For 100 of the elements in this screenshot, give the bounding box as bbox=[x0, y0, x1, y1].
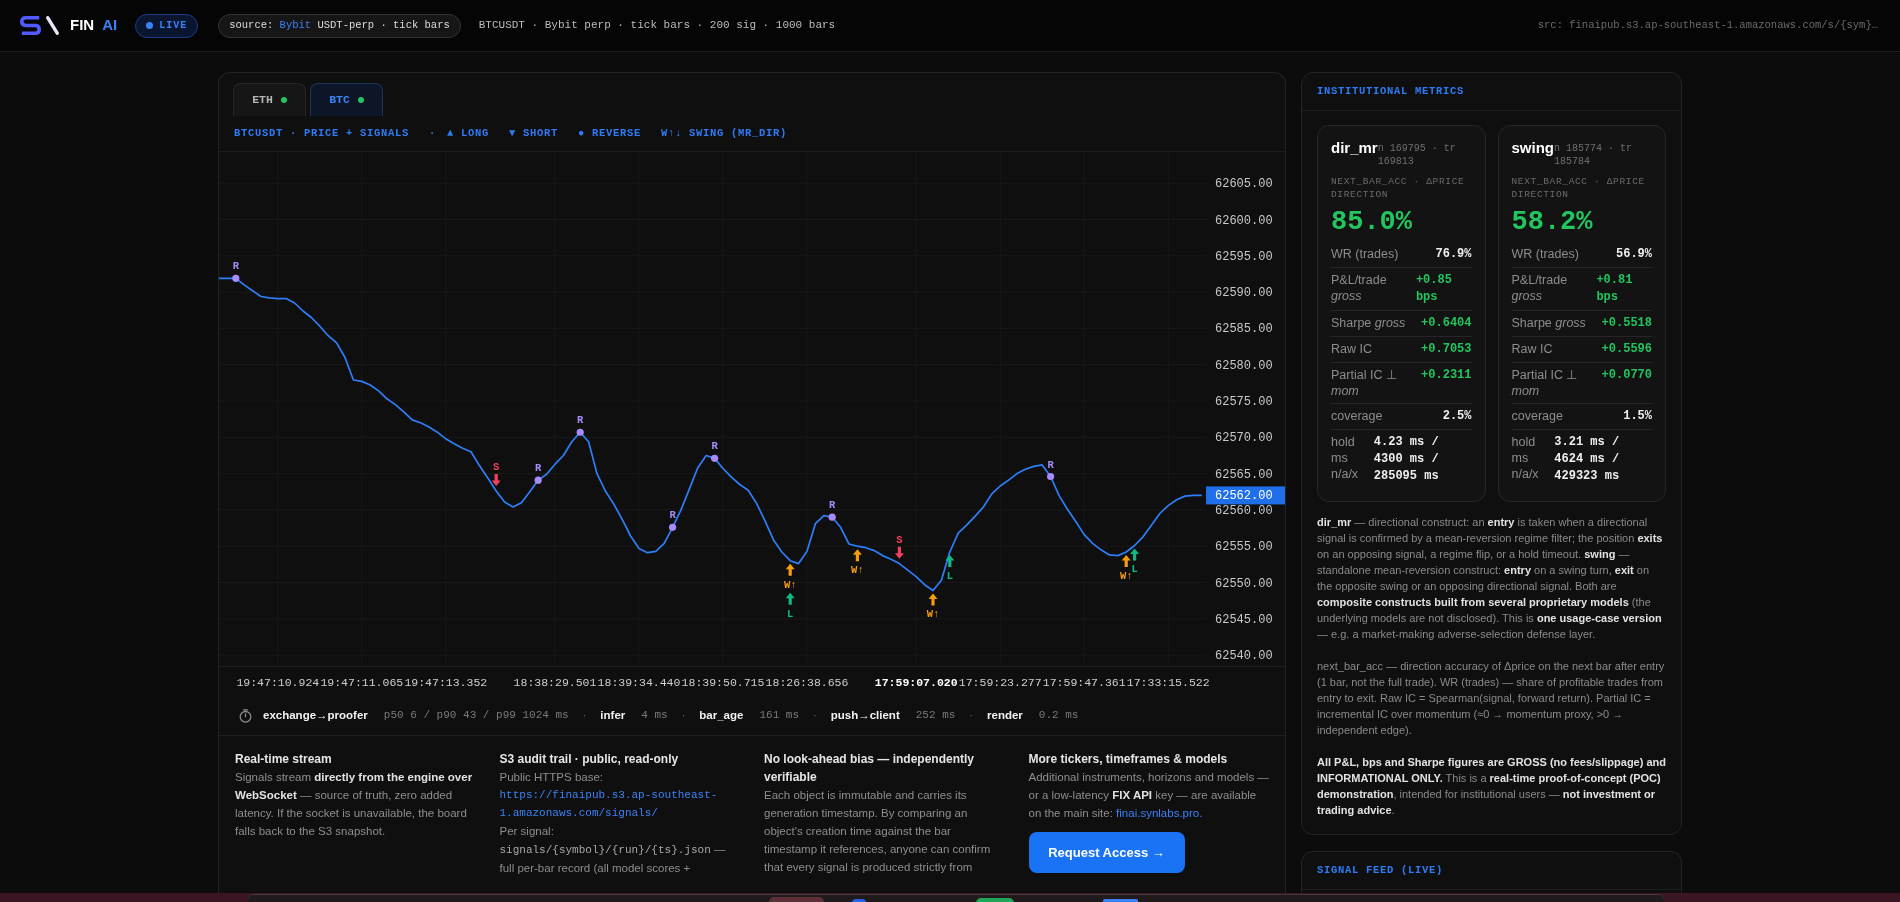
price-axis-label: 62540.00 bbox=[1215, 649, 1273, 664]
metric-label: P&L/trade gross bbox=[1331, 272, 1388, 305]
metric-value: 4.23 ms / 4300 ms / 285095 ms bbox=[1373, 434, 1440, 485]
price-axis-label: 62555.00 bbox=[1215, 540, 1273, 555]
tab[interactable]: BTC bbox=[310, 83, 383, 116]
price-axis-label: 62580.00 bbox=[1215, 358, 1273, 373]
signal-label: W↑ bbox=[783, 578, 797, 591]
time-axis-label: 19:47:13.352 bbox=[404, 676, 488, 689]
headline-value: 58.2% bbox=[1511, 206, 1594, 239]
metric-label: Partial IC ⊥ mom bbox=[1331, 367, 1398, 399]
price-axis-label: 62550.00 bbox=[1215, 576, 1273, 591]
request-access-button[interactable]: Request Access → bbox=[1028, 832, 1185, 873]
note-paragraph: next_bar_acc — direction accuracy of Δprice on the next bar after entry (1 bar, not the full trade). WR (trades) — share of profitable trades from entry to exit. Raw IC = Spearman(signal, forward return). Partial IC = incremental IC over momentum (≈0 → momentum proxy, >0 → independent edge). bbox=[1317, 659, 1666, 738]
tab[interactable]: ETH bbox=[233, 83, 306, 116]
column-text: Per signal: bbox=[499, 824, 555, 839]
legend-item: ● REVERSE bbox=[578, 125, 642, 141]
taskbar-app-icon bbox=[852, 899, 866, 902]
signal-label: W↑ bbox=[926, 608, 940, 621]
signal-label: S bbox=[896, 533, 903, 546]
source-url: src: finaipub.s3.ap-southeast-1.amazonaws.com/s/{sym}… bbox=[1537, 17, 1878, 33]
site-link[interactable]: finai.synlabs.pro. bbox=[1116, 807, 1203, 819]
signal-label: R bbox=[1047, 458, 1054, 471]
column-title: More tickers, timeframes & models bbox=[1028, 751, 1229, 768]
signal-label: R bbox=[232, 260, 239, 273]
separator: · bbox=[429, 125, 437, 141]
metric-label: WR (trades) bbox=[1331, 246, 1399, 263]
metric-value: 76.9% bbox=[1435, 246, 1472, 263]
metric-label: Sharpe gross bbox=[1511, 315, 1586, 332]
metric-label: P&L/trade gross bbox=[1511, 272, 1569, 305]
metric-value: 2.5% bbox=[1442, 408, 1472, 425]
signal-label: S bbox=[493, 461, 500, 474]
separator: · bbox=[582, 708, 587, 724]
base-url-link[interactable]: https://finaipub.s3.ap-southeast-1.amazonaws.com/signals/ bbox=[499, 786, 740, 822]
price-axis-label: 62570.00 bbox=[1215, 431, 1273, 446]
price-axis-label: 62545.00 bbox=[1215, 612, 1273, 627]
time-axis-label: 18:26:38.656 bbox=[765, 676, 849, 689]
column-title: S3 audit trail · public, read-only bbox=[499, 751, 680, 768]
latency-value: 0.2 ms bbox=[1038, 708, 1079, 724]
time-axis-label: 17:33:15.522 bbox=[1126, 676, 1210, 689]
metric-subtitle: NEXT_BAR_ACC · ΔPRICE DIRECTION bbox=[1511, 175, 1646, 201]
column-text: Signals stream directly from the engine over WebSocket — source of truth, zero added latency. If the socket is unavailable, the board falls back to the S3 snapshot. bbox=[235, 770, 474, 839]
metric-label: WR (trades) bbox=[1511, 246, 1579, 263]
latency-label: exchange→proofer bbox=[263, 707, 368, 723]
time-axis-label: 17:59:47.361 bbox=[1042, 676, 1126, 689]
time-axis-label: 19:47:11.065 bbox=[320, 676, 404, 689]
headline-value: 85.0% bbox=[1331, 206, 1413, 239]
metric-label: coverage bbox=[1511, 408, 1563, 425]
signal-label: W↑ bbox=[851, 564, 864, 577]
sample-count: n 185774 · tr 185784 bbox=[1554, 142, 1634, 168]
chart-title: BTCUSDT · PRICE + SIGNALS bbox=[234, 125, 410, 141]
metric-value: +0.85 bps bbox=[1415, 272, 1453, 306]
stopwatch-icon bbox=[239, 708, 252, 723]
legend-item: ▼ SHORT bbox=[509, 125, 559, 141]
metric-value: +0.6404 bbox=[1421, 315, 1472, 332]
time-axis-label: 18:39:50.715 bbox=[681, 676, 765, 689]
signal-label: L bbox=[787, 607, 794, 620]
latency-label: push→client bbox=[830, 707, 900, 723]
taskbar-app-icon bbox=[769, 897, 824, 902]
metric-label: hold ms n/a/x bbox=[1331, 434, 1360, 483]
metric-label: Partial IC ⊥ mom bbox=[1511, 367, 1579, 399]
metric-value: 1.5% bbox=[1623, 408, 1652, 425]
metric-value: +0.81 bps bbox=[1596, 272, 1634, 306]
metric-value: 3.21 ms / 4624 ms / 429323 ms bbox=[1554, 434, 1621, 485]
live-badge: LIVE bbox=[135, 13, 199, 38]
panel-title: INSTITUTIONAL METRICS bbox=[1317, 83, 1465, 99]
metric-subtitle: NEXT_BAR_ACC · ΔPRICE DIRECTION bbox=[1331, 175, 1466, 201]
time-axis-label: 17:59:07.020 bbox=[874, 676, 958, 689]
price-axis-label: 62605.00 bbox=[1215, 177, 1273, 192]
time-axis-label: 19:47:10.924 bbox=[236, 676, 320, 689]
latency-value: 252 ms bbox=[915, 708, 956, 724]
source-badge: source: Bybit USDT-perp · tick bars bbox=[218, 13, 461, 38]
separator: · bbox=[813, 708, 817, 724]
metric-label: hold ms n/a/x bbox=[1511, 434, 1540, 483]
note-paragraph: All P&L, bps and Sharpe figures are GROSS (no fees/slippage) and INFORMATIONAL ONLY. This is a real-time proof-of-concept (POC) demonstration, intended for institutional users — not investment or trading advice. bbox=[1317, 755, 1666, 818]
latency-value: 4 ms bbox=[641, 708, 668, 724]
signal-label: R bbox=[711, 440, 718, 453]
signal-label: R bbox=[577, 414, 584, 427]
logo-icon bbox=[20, 16, 59, 35]
time-axis-label: 18:38:29.501 bbox=[513, 676, 597, 689]
panel-title: SIGNAL FEED (LIVE) bbox=[1317, 862, 1444, 878]
separator: · bbox=[681, 708, 686, 724]
price-axis-label: 62560.00 bbox=[1215, 503, 1273, 518]
note-paragraph: dir_mr — directional construct: an entry is taken when a directional signal is confirmed by a mean-reversion regime filter; the position exits on an opposing signal, a regime flip, or a hold timeout. swing — standalone mean-reversion construct: entry on a swing turn, exit on the opposite swing or an opposing directional signal. Both are composite constructs built from several proprietary models (the underlying models are not disclosed). This is one usage-case version — e.g. a market-making adverse-selection defense layer. bbox=[1317, 515, 1664, 642]
time-axis-label: 18:39:34.440 bbox=[597, 676, 681, 689]
metric-value: +0.2311 bbox=[1421, 367, 1472, 384]
metric-label: Raw IC bbox=[1331, 341, 1372, 358]
metric-value: +0.5596 bbox=[1601, 341, 1652, 358]
latency-value: 161 ms bbox=[759, 708, 800, 724]
metric-label: Raw IC bbox=[1511, 341, 1553, 358]
metric-label: coverage bbox=[1331, 408, 1383, 425]
legend-item: W↑↓ SWING (MR_DIR) bbox=[661, 125, 788, 141]
price-axis-label: 62600.00 bbox=[1215, 213, 1273, 228]
brand-accent: AI bbox=[102, 15, 118, 36]
column-title: No look-ahead bias — independently verifiable bbox=[764, 751, 976, 786]
feed-info: BTCUSDT · Bybit perp · tick bars · 200 sig · 1000 bars bbox=[478, 18, 836, 34]
time-axis-label: 17:59:23.277 bbox=[958, 676, 1042, 689]
signal-label: L bbox=[946, 570, 953, 582]
status-dot-icon bbox=[146, 22, 154, 29]
metric-label: Sharpe gross bbox=[1331, 315, 1406, 332]
column-title: Real-time stream bbox=[235, 751, 333, 768]
